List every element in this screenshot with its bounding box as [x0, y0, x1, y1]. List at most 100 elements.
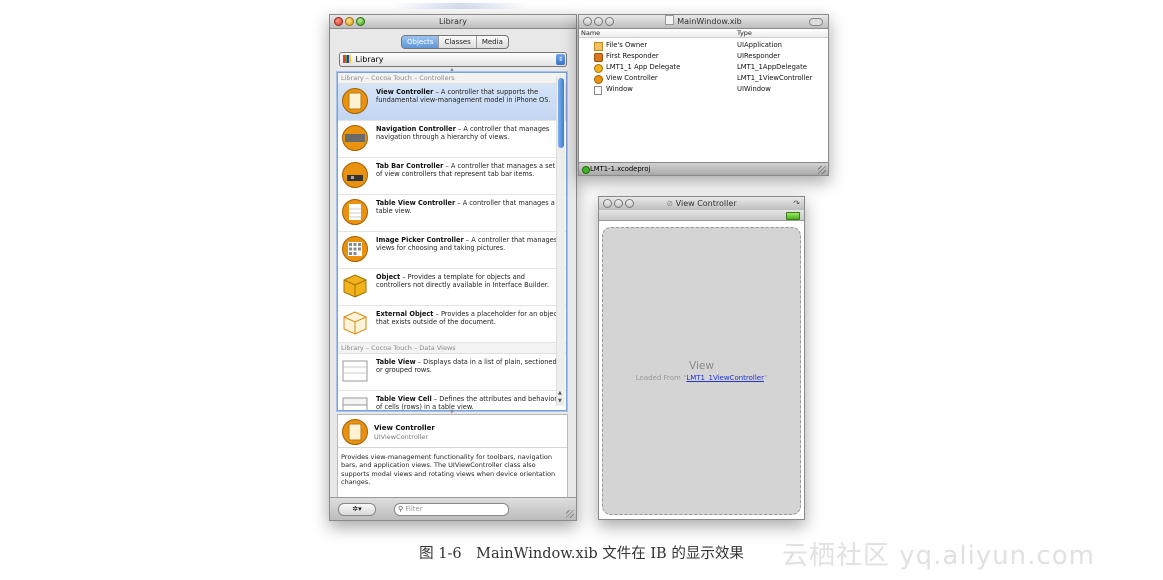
detail-name: View Controller — [374, 424, 435, 432]
list-item[interactable]: Object – Provides a template for objects… — [338, 269, 566, 306]
library-popup[interactable]: Library ⇕ — [339, 52, 567, 67]
close-button[interactable] — [583, 17, 592, 26]
segment-classes[interactable]: Classes — [439, 36, 477, 48]
library-bottom-bar: ✲▾ ⚲ Filter — [330, 497, 576, 520]
library-books-icon — [343, 55, 351, 63]
library-segmented-control[interactable]: Objects Classes Media — [401, 35, 509, 49]
detail-class: UIViewController — [374, 433, 429, 441]
simulated-status-bar — [599, 210, 804, 221]
xib-document-window: MainWindow.xib Name Type File's Owner UI… — [578, 14, 829, 176]
list-item[interactable]: Table View – Displays data in a list of … — [338, 354, 566, 391]
row-type: UIWindow — [737, 85, 771, 93]
segment-objects[interactable]: Objects — [402, 36, 440, 48]
table-row[interactable]: Window UIWindow — [579, 84, 828, 95]
column-type-header[interactable]: Type — [737, 29, 752, 37]
view-controller-icon — [594, 75, 603, 84]
scrollbar-thumb[interactable] — [558, 78, 564, 148]
navigation-controller-icon — [342, 125, 368, 151]
scroll-down-icon[interactable]: ▼ — [558, 398, 562, 404]
item-name: Image Picker Controller — [376, 236, 464, 244]
library-title: Library — [439, 17, 467, 26]
tab-bar-controller-icon — [342, 162, 368, 188]
zoom-button[interactable] — [625, 199, 634, 208]
list-item[interactable]: Table View Cell – Defines the attributes… — [338, 391, 566, 410]
item-name: Object — [376, 273, 401, 281]
view-canvas[interactable]: View Loaded From "LMT1_1ViewController" — [602, 227, 801, 515]
close-button[interactable] — [334, 17, 343, 26]
list-scrollbar[interactable]: ▲ ▼ — [556, 76, 565, 406]
table-row[interactable]: First Responder UIResponder — [579, 51, 828, 62]
table-row[interactable]: LMT1_1 App Delegate LMT1_1AppDelegate — [579, 62, 828, 73]
row-name: Window — [606, 85, 633, 93]
library-detail-pane: View Controller UIViewController Provide… — [337, 414, 568, 498]
external-object-icon — [343, 311, 367, 335]
table-view-cell-icon — [342, 397, 368, 410]
section-header: Library – Cocoa Touch – Data Views — [338, 343, 566, 354]
row-name: LMT1_1 App Delegate — [606, 63, 681, 71]
minimize-button[interactable] — [614, 199, 623, 208]
project-name[interactable]: LMT1-1.xcodeproj — [590, 163, 650, 175]
watermark: 云栖社区 yq.aliyun.com — [782, 541, 1095, 571]
table-row[interactable]: View Controller LMT1_1ViewController — [579, 73, 828, 84]
zoom-button[interactable] — [356, 17, 365, 26]
list-item[interactable]: Image Picker Controller – A controller t… — [338, 232, 566, 269]
item-name: Table View Cell — [376, 395, 432, 403]
app-delegate-icon — [594, 64, 603, 73]
minimize-button[interactable] — [594, 17, 603, 26]
list-item[interactable]: External Object – Provides a placeholder… — [338, 306, 566, 343]
filter-field[interactable]: ⚲ Filter — [394, 503, 509, 516]
xib-title: MainWindow.xib — [677, 17, 742, 26]
table-row[interactable]: File's Owner UIApplication — [579, 40, 828, 51]
loaded-from-text: Loaded From "LMT1_1ViewController" — [603, 374, 800, 382]
scroll-up-icon[interactable]: ▲ — [558, 390, 562, 396]
object-cube-icon — [343, 274, 367, 298]
nib-link[interactable]: LMT1_1ViewController — [686, 374, 764, 382]
column-name-header[interactable]: Name — [581, 29, 600, 37]
row-type: UIApplication — [737, 41, 782, 49]
list-item[interactable]: Table View Controller – A controller tha… — [338, 195, 566, 232]
vc-titlebar[interactable]: ⊘ View Controller ↷ — [599, 197, 804, 211]
xib-column-header: Name Type — [579, 29, 828, 38]
item-name: Table View — [376, 358, 416, 366]
library-object-list[interactable]: Library – Cocoa Touch – Controllers View… — [337, 72, 567, 411]
vc-title: View Controller — [675, 199, 737, 208]
table-view-controller-icon — [342, 199, 368, 225]
zoom-button[interactable] — [605, 17, 614, 26]
battery-icon — [786, 212, 800, 220]
filter-placeholder: Filter — [405, 505, 423, 513]
resize-grip-icon[interactable] — [818, 166, 826, 174]
view-controller-icon — [342, 88, 368, 114]
detail-divider — [338, 447, 567, 448]
row-type: UIResponder — [737, 52, 781, 60]
library-popup-label: Library — [355, 55, 384, 64]
list-item[interactable]: View Controller – A controller that supp… — [338, 84, 566, 121]
view-controller-icon — [342, 419, 368, 445]
toolbar-toggle-button[interactable] — [809, 18, 823, 26]
loaded-suffix: " — [764, 374, 768, 382]
image-picker-icon — [342, 236, 368, 262]
gear-action-button[interactable]: ✲▾ — [338, 503, 376, 516]
detail-description: Provides view-management functionality f… — [341, 453, 556, 486]
item-name: View Controller — [376, 88, 434, 96]
loaded-prefix: Loaded From " — [635, 374, 687, 382]
item-name: Navigation Controller — [376, 125, 456, 133]
minimize-button[interactable] — [345, 17, 354, 26]
xib-file-icon — [665, 15, 675, 25]
row-name: View Controller — [606, 74, 658, 82]
segment-media[interactable]: Media — [477, 36, 508, 48]
list-item[interactable]: Tab Bar Controller – A controller that m… — [338, 158, 566, 195]
item-name: Tab Bar Controller — [376, 162, 444, 170]
row-name: First Responder — [606, 52, 659, 60]
first-responder-icon — [594, 53, 603, 62]
resize-grip-icon[interactable] — [566, 510, 574, 518]
xib-status-bar: LMT1-1.xcodeproj — [579, 162, 828, 175]
view-controller-window: ⊘ View Controller ↷ View Loaded From "LM… — [598, 196, 805, 520]
section-header: Library – Cocoa Touch – Controllers — [338, 73, 566, 84]
rotate-icon[interactable]: ↷ — [793, 197, 800, 210]
window-icon — [594, 86, 602, 95]
xib-titlebar[interactable]: MainWindow.xib — [579, 15, 828, 29]
library-titlebar[interactable]: Library — [330, 15, 576, 29]
list-item[interactable]: Navigation Controller – A controller tha… — [338, 121, 566, 158]
close-button[interactable] — [603, 199, 612, 208]
search-icon: ⚲ — [398, 505, 404, 513]
